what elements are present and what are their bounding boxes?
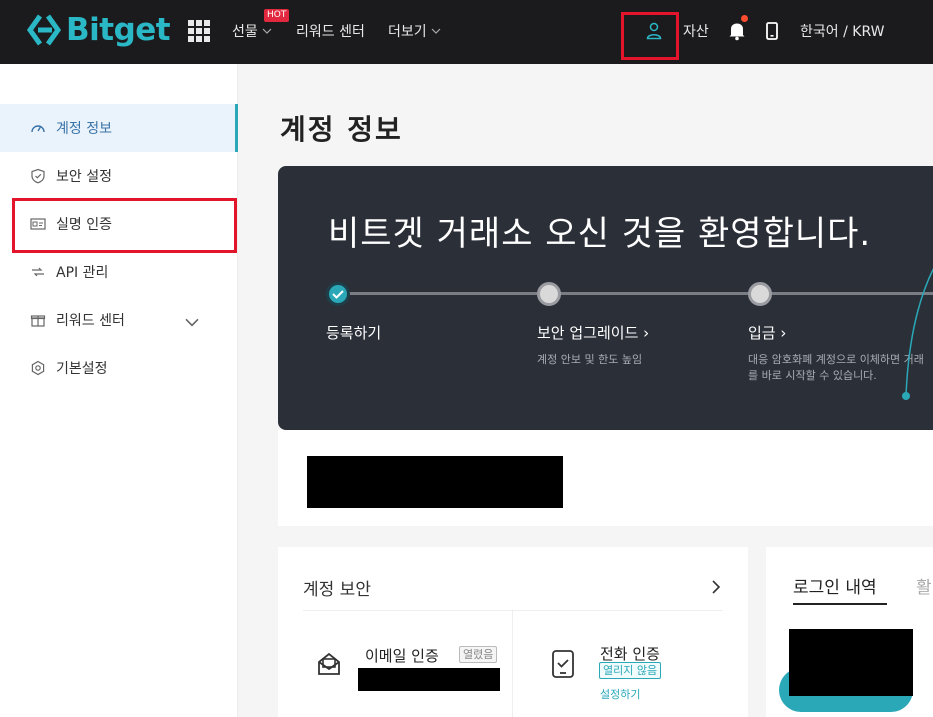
chevron-right-icon: › <box>780 324 787 342</box>
tab-activity[interactable]: 활 <box>916 573 932 598</box>
nav-more-label: 더보기 <box>388 24 427 40</box>
nav-rewards[interactable]: 리워드 센터 <box>296 21 365 41</box>
sidebar-item-label: 보안 설정 <box>56 169 112 185</box>
nav-assets[interactable]: 자산 <box>683 21 709 41</box>
active-tab-indicator <box>793 603 887 605</box>
dashboard-icon <box>31 125 45 133</box>
nav-futures[interactable]: 선물 <box>232 21 272 41</box>
welcome-banner: 비트겟 거래소 오신 것을 환영합니다. 등록하기 보안 업그레이드 › 계정 … <box>278 166 933 430</box>
phone-status-badge: 열리지 않음 <box>599 662 662 679</box>
banner-title: 비트겟 거래소 오신 것을 환영합니다. <box>328 214 872 254</box>
notification-dot <box>741 15 748 22</box>
step-pending-dot <box>537 282 561 306</box>
apps-grid-icon[interactable] <box>188 20 210 42</box>
chevron-down-icon <box>262 28 272 34</box>
nav-more[interactable]: 더보기 <box>388 21 441 41</box>
chevron-down-icon <box>185 318 199 327</box>
sidebar-item-label: 리워드 센터 <box>56 313 125 329</box>
page-title: 계정 정보 <box>280 113 403 146</box>
step-security-label: 보안 업그레이드 <box>537 324 639 342</box>
chevron-down-icon <box>431 28 441 34</box>
top-navigation-bar: Bitget 선물 HOT 리워드 센터 더보기 자산 한국어 / KRW <box>0 0 933 64</box>
user-icon-highlight <box>621 12 679 60</box>
sidebar-item-preferences[interactable]: 기본설정 <box>0 344 238 392</box>
sidebar-item-label: API 관리 <box>56 265 109 281</box>
identity-verification-highlight <box>12 198 237 253</box>
hot-badge: HOT <box>264 9 290 22</box>
chevron-right-icon: › <box>643 324 650 342</box>
step-security-upgrade-link[interactable]: 보안 업그레이드 › <box>537 322 649 343</box>
language-currency-label: 한국어 / KRW <box>800 24 885 40</box>
sidebar-item-account-info[interactable]: 계정 정보 <box>0 104 238 152</box>
divider <box>303 610 723 611</box>
nav-assets-label: 자산 <box>683 24 709 40</box>
decorative-arc <box>902 268 933 400</box>
tab-login-history[interactable]: 로그인 내역 <box>793 573 877 598</box>
sidebar-item-label: 기본설정 <box>56 361 108 377</box>
account-security-card: 계정 보안 이메일 인증 열렸음 전화 인증 열리지 않음 설정하기 <box>278 547 748 717</box>
chevron-right-icon[interactable] <box>710 579 722 595</box>
logo-text: Bitget <box>66 12 171 48</box>
phone-verification-icon <box>552 650 574 678</box>
sidebar-item-security[interactable]: 보안 설정 <box>0 152 238 200</box>
account-security-title: 계정 보안 <box>303 580 371 600</box>
sidebar-item-label: 계정 정보 <box>56 121 112 137</box>
sidebar-item-api-management[interactable]: API 관리 <box>0 248 238 296</box>
sidebar-item-reward-center[interactable]: 리워드 센터 <box>0 296 238 344</box>
step-pending-dot <box>748 282 772 306</box>
divider <box>512 610 513 717</box>
step-done-dot <box>326 282 350 306</box>
email-verification-label: 이메일 인증 <box>365 647 439 665</box>
email-status-badge: 열렸음 <box>459 646 498 663</box>
phone-verification-label: 전화 인증 <box>600 645 660 663</box>
gear-icon <box>31 360 45 376</box>
check-icon <box>332 290 344 299</box>
step-deposit-label: 입금 <box>748 324 776 342</box>
progress-track <box>338 292 933 295</box>
email-icon <box>318 652 340 675</box>
language-currency-selector[interactable]: 한국어 / KRW <box>800 21 884 41</box>
bitget-logo-icon <box>26 14 62 46</box>
step-deposit-link[interactable]: 입금 › <box>748 322 786 343</box>
step-register-label: 등록하기 <box>326 324 382 342</box>
mobile-app-icon[interactable] <box>766 22 778 40</box>
gift-icon <box>30 315 46 327</box>
bitget-logo[interactable]: Bitget <box>26 10 171 50</box>
nav-rewards-label: 리워드 센터 <box>296 24 365 40</box>
bell-icon[interactable] <box>728 21 746 41</box>
shield-icon <box>31 168 45 184</box>
step-security-desc: 계정 안보 및 한도 높임 <box>537 353 643 366</box>
redacted-email <box>358 668 500 691</box>
api-icon <box>32 267 44 277</box>
user-profile-card <box>278 430 933 526</box>
nav-futures-label: 선물 <box>232 24 258 40</box>
redacted-login-info <box>789 629 913 696</box>
phone-setup-link[interactable]: 설정하기 <box>600 686 640 702</box>
redacted-user-info <box>307 456 563 508</box>
